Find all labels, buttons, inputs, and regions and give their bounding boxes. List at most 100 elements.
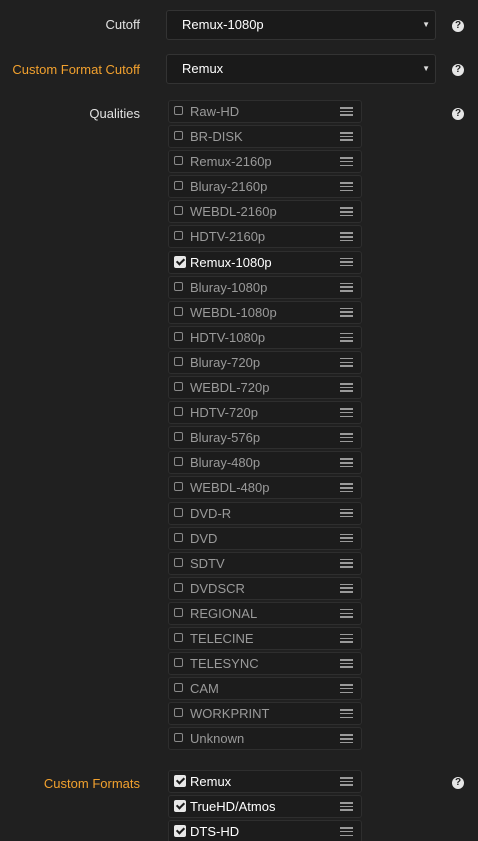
checkbox[interactable]	[174, 632, 183, 642]
drag-handle-bar	[340, 512, 353, 514]
drag-handle-icon[interactable]	[340, 132, 353, 141]
drag-handle-icon[interactable]	[340, 232, 353, 242]
checkbox[interactable]	[174, 156, 183, 166]
checkbox[interactable]	[174, 708, 183, 718]
checkbox[interactable]	[174, 356, 183, 366]
drag-handle-icon[interactable]	[340, 408, 353, 417]
list-item[interactable]: CAM	[168, 677, 362, 701]
list-item[interactable]: WEBDL-1080p	[168, 300, 362, 324]
drag-handle-icon[interactable]	[340, 802, 353, 811]
list-item[interactable]: DTS-HD	[168, 820, 362, 841]
drag-handle-icon[interactable]	[340, 734, 353, 744]
cutoff-select[interactable]: Remux-1080p ▼	[166, 10, 436, 40]
checkbox[interactable]	[174, 432, 183, 442]
list-item[interactable]: Bluray-576p	[168, 426, 362, 450]
checkbox[interactable]	[174, 206, 183, 216]
checkbox[interactable]	[174, 482, 183, 492]
list-item[interactable]: Unknown	[168, 727, 362, 751]
drag-handle-icon[interactable]	[340, 633, 353, 643]
checkbox[interactable]	[174, 331, 183, 341]
checkbox[interactable]	[174, 181, 183, 191]
drag-handle-icon[interactable]	[340, 483, 353, 493]
drag-handle-icon[interactable]	[340, 684, 353, 694]
list-item[interactable]: Bluray-480p	[168, 451, 362, 475]
checkbox[interactable]	[174, 407, 183, 417]
list-item[interactable]: DVD	[168, 526, 362, 550]
list-item[interactable]: Remux-2160p	[168, 150, 362, 174]
list-item[interactable]: WEBDL-480p	[168, 476, 362, 500]
drag-handle-icon[interactable]	[340, 827, 353, 837]
checkbox[interactable]	[174, 306, 183, 316]
list-item[interactable]: HDTV-720p	[168, 401, 362, 425]
drag-handle-icon[interactable]	[340, 182, 353, 192]
list-item[interactable]: SDTV	[168, 551, 362, 575]
drag-handle-icon[interactable]	[340, 282, 353, 292]
drag-handle-bar	[340, 211, 353, 213]
checkbox[interactable]	[174, 733, 183, 743]
list-item[interactable]: WORKPRINT	[168, 702, 362, 726]
checkbox[interactable]	[174, 382, 183, 392]
checkbox[interactable]	[174, 106, 183, 115]
drag-handle-icon[interactable]	[340, 583, 353, 593]
help-icon[interactable]: ?	[452, 20, 464, 32]
checkbox[interactable]	[174, 658, 183, 668]
list-item[interactable]: DVDSCR	[168, 576, 362, 600]
drag-handle-icon[interactable]	[340, 157, 353, 167]
drag-handle-icon[interactable]	[340, 433, 353, 443]
list-item[interactable]: BR-DISK	[168, 125, 362, 149]
checkbox-checked[interactable]	[174, 255, 186, 268]
list-item[interactable]: WEBDL-720p	[168, 376, 362, 400]
drag-handle-icon[interactable]	[340, 508, 353, 518]
list-item[interactable]: Raw-HD	[168, 100, 362, 123]
drag-handle-icon[interactable]	[340, 332, 353, 342]
drag-handle-bar	[340, 157, 353, 159]
drag-handle-icon[interactable]	[340, 777, 353, 786]
checkbox[interactable]	[174, 557, 183, 567]
list-item[interactable]: Bluray-2160p	[168, 175, 362, 199]
list-item[interactable]: Bluray-720p	[168, 350, 362, 374]
custom-format-cutoff-select[interactable]: Remux ▼	[166, 54, 436, 84]
checkbox[interactable]	[174, 281, 183, 291]
drag-handle-icon[interactable]	[340, 709, 353, 719]
checkbox[interactable]	[174, 457, 183, 467]
list-item[interactable]: DVD-R	[168, 501, 362, 525]
checkbox[interactable]	[174, 532, 183, 542]
drag-handle-icon[interactable]	[340, 357, 353, 367]
checkbox[interactable]	[174, 582, 183, 592]
drag-handle-icon[interactable]	[340, 458, 353, 468]
checkbox-checked[interactable]	[174, 825, 186, 838]
list-item[interactable]: TELESYNC	[168, 652, 362, 676]
list-item[interactable]: Remux	[168, 770, 362, 793]
list-item[interactable]: Remux-1080p	[168, 250, 362, 274]
list-item-label: Remux	[190, 774, 232, 789]
list-item[interactable]: HDTV-2160p	[168, 225, 362, 249]
help-icon[interactable]: ?	[452, 64, 464, 76]
list-item[interactable]: HDTV-1080p	[168, 325, 362, 349]
drag-handle-icon[interactable]	[340, 558, 353, 568]
checkbox[interactable]	[174, 607, 183, 617]
list-item[interactable]: TrueHD/Atmos	[168, 795, 362, 819]
drag-handle-icon[interactable]	[340, 107, 353, 116]
drag-handle-bar	[340, 411, 353, 414]
checkbox[interactable]	[174, 683, 183, 693]
list-item[interactable]: TELECINE	[168, 626, 362, 650]
help-icon[interactable]: ?	[452, 108, 464, 120]
drag-handle-icon[interactable]	[340, 659, 353, 668]
checkbox-checked[interactable]	[174, 800, 186, 813]
drag-handle-icon[interactable]	[340, 257, 353, 267]
list-item[interactable]: Bluray-1080p	[168, 275, 362, 299]
checkbox[interactable]	[174, 231, 183, 241]
checkbox-checked[interactable]	[174, 775, 186, 787]
checkbox[interactable]	[174, 131, 183, 141]
checkbox[interactable]	[174, 507, 183, 517]
drag-handle-icon[interactable]	[340, 608, 353, 618]
help-icon[interactable]: ?	[452, 777, 464, 789]
drag-handle-icon[interactable]	[340, 307, 353, 317]
drag-handle-icon[interactable]	[340, 533, 353, 543]
drag-handle-icon[interactable]	[340, 383, 353, 392]
qualities-list: Raw-HD BR-DISK Remux-2160p Bluray-2160p WEBD…	[168, 100, 362, 752]
list-item[interactable]: REGIONAL	[168, 601, 362, 625]
drag-handle-icon[interactable]	[340, 207, 353, 217]
drag-handle-bar	[340, 462, 353, 464]
list-item[interactable]: WEBDL-2160p	[168, 200, 362, 224]
